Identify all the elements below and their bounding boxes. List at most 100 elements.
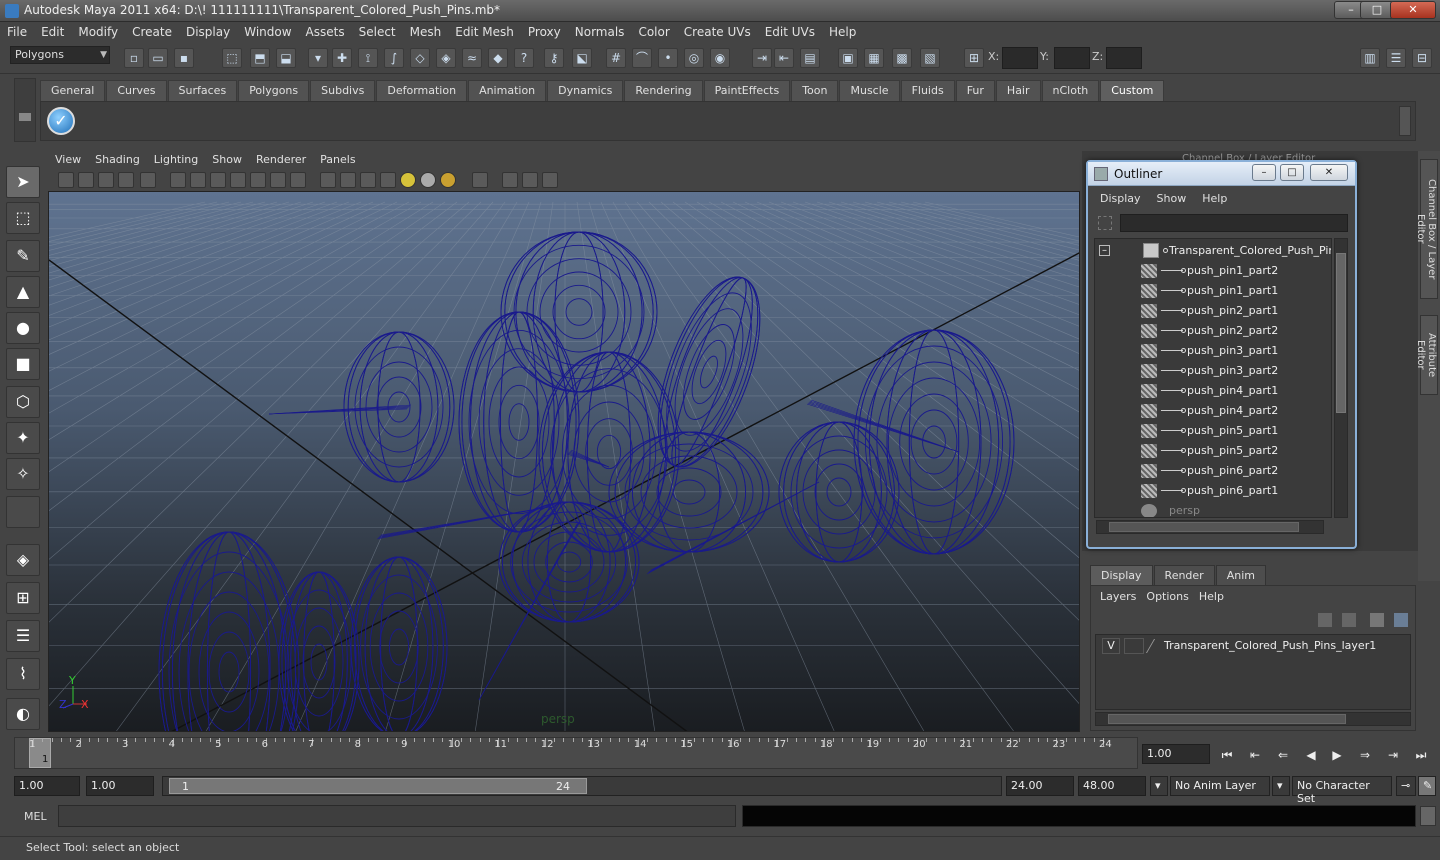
viewport-menu-lighting[interactable]: Lighting	[147, 151, 205, 169]
range-slider[interactable]: 1 24	[162, 776, 1002, 796]
maximize-button[interactable]: □	[1360, 1, 1394, 19]
show-attribute-editor-icon[interactable]: ⊟	[1412, 48, 1432, 68]
shelf-tab-toon[interactable]: Toon	[791, 80, 839, 101]
viewport-menu-shading[interactable]: Shading	[88, 151, 147, 169]
render-settings-icon[interactable]: ▩	[892, 48, 912, 68]
scroll-thumb[interactable]	[1108, 714, 1346, 724]
shelf-tab-custom[interactable]: Custom	[1100, 80, 1165, 101]
step-forward-frame-button[interactable]: ⇥	[1382, 745, 1404, 765]
default-light-icon[interactable]	[400, 172, 416, 188]
gate-mask-icon[interactable]	[230, 172, 246, 188]
shelf-tab-subdivs[interactable]: Subdivs	[310, 80, 376, 101]
new-empty-layer-icon[interactable]	[1369, 612, 1385, 628]
shelf-tab-curves[interactable]: Curves	[106, 80, 167, 101]
anim-layer-dropdown[interactable]: No Anim Layer	[1170, 776, 1270, 796]
key-icon[interactable]: ⊸	[1396, 776, 1416, 796]
tree-item-mesh[interactable]: push_pin5_part2	[1095, 441, 1331, 461]
animation-start-field[interactable]: 1.00	[14, 776, 80, 796]
shadows-icon[interactable]	[440, 172, 456, 188]
animation-end-field[interactable]: 48.00	[1078, 776, 1146, 796]
scale-tool-icon[interactable]: ■	[6, 348, 40, 380]
outliner-vertical-scrollbar[interactable]	[1334, 238, 1348, 518]
snap-view-plane-icon[interactable]: ◎	[684, 48, 704, 68]
tree-item-camera[interactable]: persp	[1095, 501, 1331, 517]
shelf-menu-icon[interactable]	[19, 113, 31, 121]
select-surfaces-icon[interactable]: ◇	[410, 48, 430, 68]
go-to-start-button[interactable]: ⏮	[1216, 745, 1238, 765]
select-object-icon[interactable]: ⬒	[250, 48, 270, 68]
layer-tab-anim[interactable]: Anim	[1215, 564, 1266, 586]
tree-item-mesh[interactable]: push_pin1_part2	[1095, 261, 1331, 281]
layer-row[interactable]: V Transparent_Colored_Push_Pins_layer1	[1096, 637, 1412, 655]
collapse-icon[interactable]: –	[1099, 245, 1110, 256]
shelf-tab-dynamics[interactable]: Dynamics	[547, 80, 624, 101]
new-layer-from-selection-icon[interactable]	[1393, 612, 1409, 628]
camera-select-icon[interactable]	[58, 172, 74, 188]
menu-assets[interactable]: Assets	[299, 22, 352, 42]
outliner-layout-icon[interactable]: ☰	[6, 620, 40, 652]
z-field[interactable]	[1106, 47, 1142, 69]
menu-help[interactable]: Help	[822, 22, 863, 42]
bookmarks-icon[interactable]	[98, 172, 114, 188]
outliner-menu-display[interactable]: Display	[1092, 192, 1149, 205]
step-back-frame-button[interactable]: ⇤	[1244, 745, 1266, 765]
select-handles-icon[interactable]: ✚	[332, 48, 352, 68]
viewport-menu-renderer[interactable]: Renderer	[249, 151, 313, 169]
layer-horizontal-scrollbar[interactable]	[1095, 712, 1411, 726]
snap-curve-icon[interactable]: ⌒	[632, 48, 652, 68]
outliner-maximize-button[interactable]: □	[1280, 164, 1304, 181]
camera-attributes-icon[interactable]	[78, 172, 94, 188]
side-tab-attribute-editor[interactable]: Attribute Editor	[1415, 315, 1438, 395]
open-scene-icon[interactable]: ▭	[148, 48, 168, 68]
character-set-dropdown[interactable]: No Character Set	[1292, 776, 1392, 805]
outliner-close-button[interactable]: ✕	[1310, 164, 1348, 181]
checkmark-icon[interactable]: ✓	[47, 107, 75, 135]
isolate-select-icon[interactable]	[472, 172, 488, 188]
ipr-render-icon[interactable]: ▦	[864, 48, 884, 68]
select-joints-icon[interactable]: ⟟	[358, 48, 378, 68]
tree-item-mesh[interactable]: push_pin3_part1	[1095, 341, 1331, 361]
transform-mode-icon[interactable]: ⊞	[964, 48, 984, 68]
chevron-down-icon[interactable]: ▾	[1272, 776, 1290, 796]
shelf-tab-fur[interactable]: Fur	[955, 80, 995, 101]
command-language-label[interactable]: MEL	[24, 810, 47, 823]
input-operations-icon[interactable]: ⇥	[752, 48, 772, 68]
menu-normals[interactable]: Normals	[568, 22, 632, 42]
step-forward-key-button[interactable]: ⇒	[1354, 745, 1376, 765]
shelf-tab-surfaces[interactable]: Surfaces	[167, 80, 238, 101]
menu-create[interactable]: Create	[125, 22, 179, 42]
select-deformations-icon[interactable]: ◈	[436, 48, 456, 68]
tree-item-mesh[interactable]: push_pin1_part1	[1095, 281, 1331, 301]
select-hierarchy-icon[interactable]: ⬚	[222, 48, 242, 68]
smooth-shade-icon[interactable]	[340, 172, 356, 188]
outliner-tree[interactable]: – Transparent_Colored_Push_Pins push_pin…	[1094, 238, 1332, 518]
menu-color[interactable]: Color	[631, 22, 676, 42]
scroll-thumb[interactable]	[1336, 253, 1346, 413]
command-input[interactable]	[58, 805, 736, 827]
x-field[interactable]	[1002, 47, 1038, 69]
menu-select[interactable]: Select	[352, 22, 403, 42]
wireframe-icon[interactable]	[320, 172, 336, 188]
grid-icon[interactable]	[170, 172, 186, 188]
viewport-menu-panels[interactable]: Panels	[313, 151, 362, 169]
shelf-tab-animation[interactable]: Animation	[468, 80, 547, 101]
shelf-tab-deformation[interactable]: Deformation	[376, 80, 468, 101]
xray-joints-icon[interactable]	[522, 172, 538, 188]
safe-action-icon[interactable]	[270, 172, 286, 188]
range-slider-handle[interactable]: 1 24	[169, 778, 587, 794]
shelf-handle[interactable]	[14, 78, 36, 142]
select-misc-icon[interactable]: ?	[514, 48, 534, 68]
menu-display[interactable]: Display	[179, 22, 237, 42]
tree-item-mesh[interactable]: push_pin6_part2	[1095, 461, 1331, 481]
render-current-frame-icon[interactable]: ▣	[838, 48, 858, 68]
lasso-tool-icon[interactable]: ⬚	[6, 202, 40, 234]
filter-toggle-icon[interactable]	[1098, 216, 1112, 230]
outliner-menu-show[interactable]: Show	[1149, 192, 1195, 205]
layer-menu-help[interactable]: Help	[1194, 590, 1229, 603]
menu-edit[interactable]: Edit	[34, 22, 71, 42]
film-gate-icon[interactable]	[190, 172, 206, 188]
tree-item-mesh[interactable]: push_pin6_part1	[1095, 481, 1331, 501]
camera-icon[interactable]: ◐	[6, 698, 40, 730]
image-plane-icon[interactable]	[118, 172, 134, 188]
viewport-menu-show[interactable]: Show	[205, 151, 249, 169]
